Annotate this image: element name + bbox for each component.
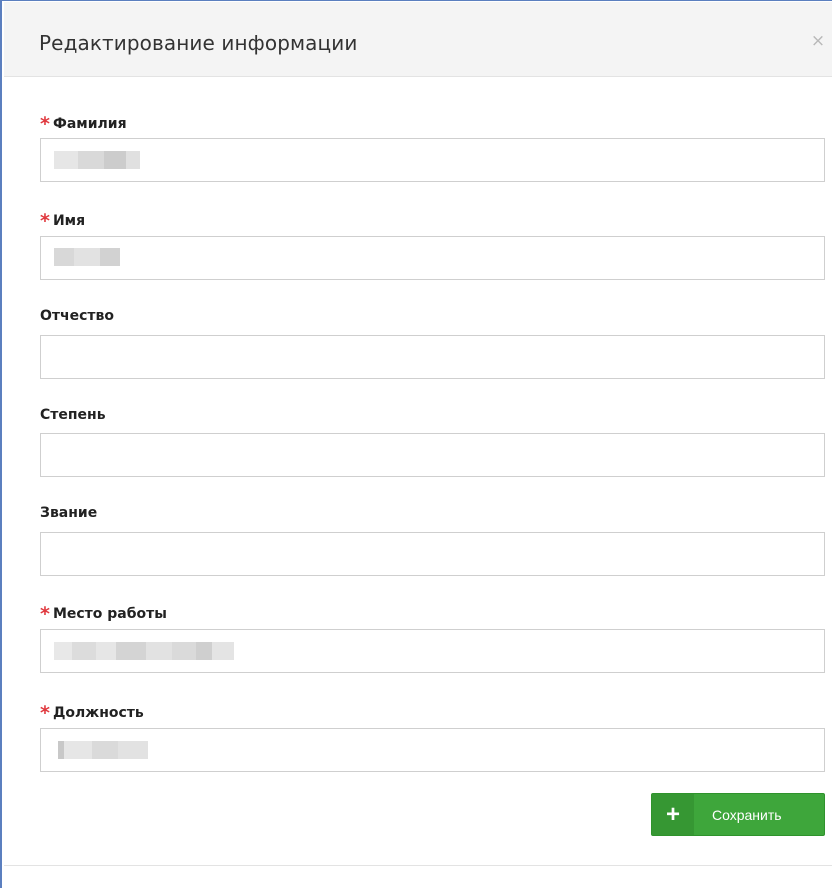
save-button-label: Сохранить	[712, 806, 782, 823]
surname-input[interactable]	[40, 138, 825, 182]
label-workplace: * Место работы	[40, 603, 167, 625]
modal-header: Редактирование информации ×	[4, 2, 832, 77]
label-patronymic: Отчество	[40, 308, 115, 324]
plus-icon: +	[652, 794, 694, 835]
label-degree: Степень	[40, 407, 106, 423]
label-first-name: * Имя	[40, 210, 86, 232]
save-button[interactable]: + Сохранить	[651, 793, 825, 836]
required-marker: *	[40, 113, 50, 135]
edit-info-modal: Редактирование информации × * Фамилия * Им…	[0, 0, 832, 888]
required-marker: *	[40, 603, 50, 625]
title-input[interactable]	[40, 532, 825, 576]
close-icon[interactable]: ×	[810, 33, 826, 50]
required-marker: *	[40, 702, 50, 724]
footer-divider	[4, 865, 832, 866]
label-title: Звание	[40, 505, 98, 521]
degree-input[interactable]	[40, 433, 825, 477]
label-surname: * Фамилия	[40, 113, 127, 135]
first-name-input[interactable]	[40, 236, 825, 280]
patronymic-input[interactable]	[40, 335, 825, 379]
label-position: * Должность	[40, 702, 144, 724]
workplace-input[interactable]	[40, 629, 825, 673]
required-marker: *	[40, 210, 50, 232]
modal-title: Редактирование информации	[39, 31, 358, 55]
position-input[interactable]	[40, 728, 825, 772]
